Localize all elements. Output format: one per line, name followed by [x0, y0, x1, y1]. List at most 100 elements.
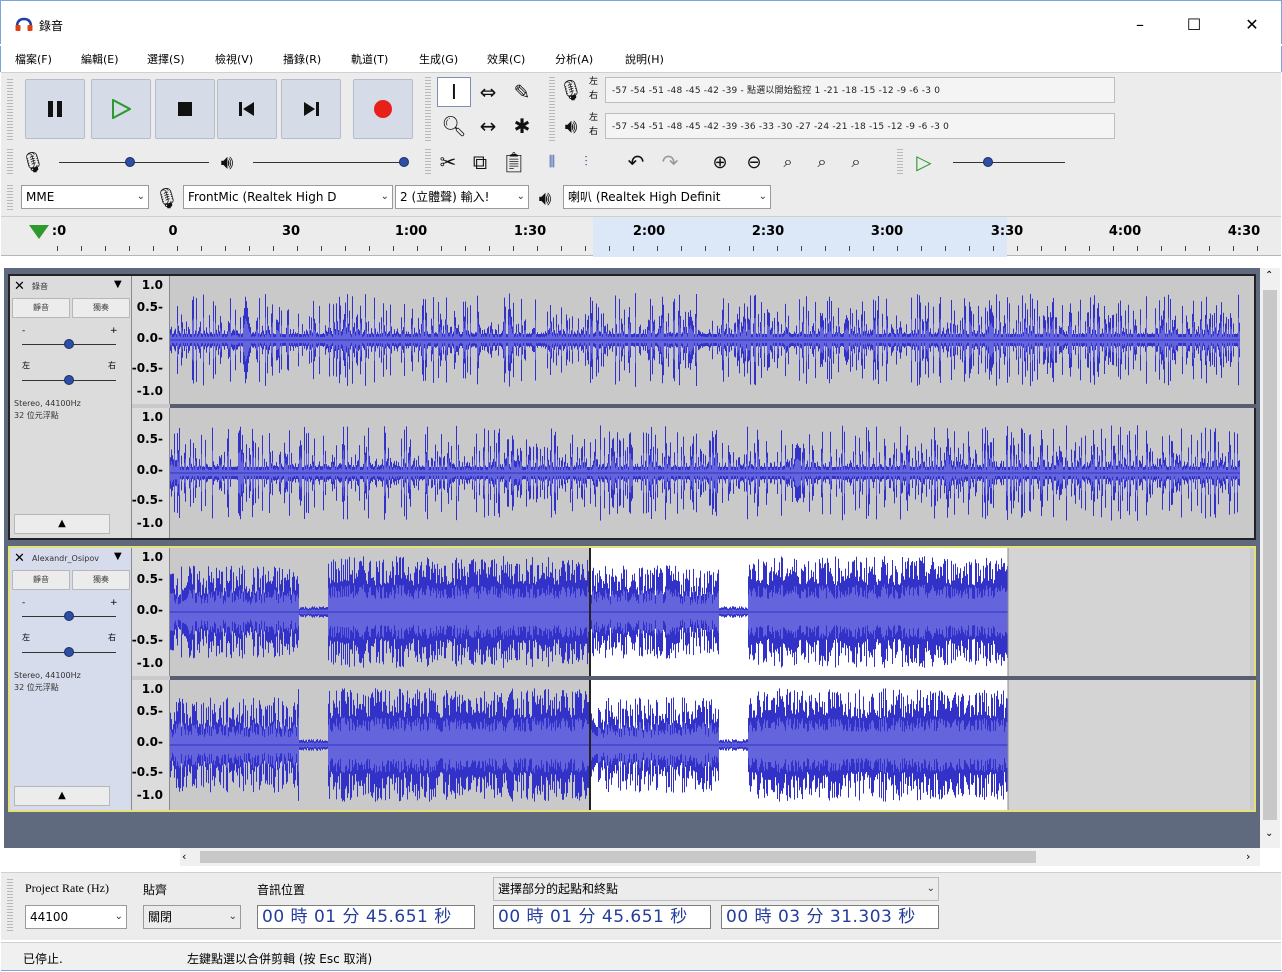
selection-end-field[interactable]: 00 時 03 分 31.303 秒 [721, 905, 939, 929]
timeline-ruler[interactable]: :0 0 30 1:00 1:30 2:00 2:30 3:00 3:30 4:… [1, 216, 1281, 257]
menu-view[interactable]: 檢視(V) [215, 51, 253, 67]
minimize-button[interactable]: – [1117, 9, 1163, 41]
gain-knob[interactable] [64, 339, 74, 349]
zoom-toggle-icon[interactable]: ⌕ [841, 147, 871, 177]
record-meter-mic-icon[interactable]: 🎙︎ [557, 75, 585, 105]
menu-select[interactable]: 選擇(S) [147, 51, 185, 67]
maximize-button[interactable]: ☐ [1171, 9, 1217, 41]
close-icon[interactable]: ✕ [14, 551, 25, 566]
copy-icon[interactable]: ⧉ [465, 147, 495, 177]
triangle-down-icon[interactable]: ▼ [114, 551, 122, 562]
selection-tool-icon[interactable]: I [437, 77, 471, 107]
menu-file[interactable]: 檔案(F) [15, 51, 52, 67]
paste-icon[interactable]: 📋︎ [499, 147, 529, 177]
tools-grip[interactable] [425, 77, 431, 143]
track-name[interactable]: Alexandr_Osipov [32, 551, 112, 567]
vertical-ruler[interactable]: 1.0 0.5- 0.0- -0.5- -1.0 [132, 276, 170, 404]
play-meter[interactable]: -57 -54 -51 -48 -45 -42 -39 -36 -33 -30 … [605, 113, 1115, 139]
track-recording[interactable]: ✕ 錄音 ▼ 靜音 獨奏 - + 左 右 Stereo, 44100Hz 32 … [8, 274, 1256, 540]
solo-button[interactable]: 獨奏 [72, 298, 130, 318]
selection-mode-select[interactable]: 選擇部分的起點和終點 ⌄ [493, 877, 939, 901]
selection-grip[interactable] [7, 879, 13, 933]
waveform-channel[interactable] [170, 408, 1240, 538]
fit-selection-icon[interactable]: ⌕ [773, 147, 803, 177]
vertical-ruler[interactable]: 1.0 0.5- 0.0- -0.5- -1.0 [132, 680, 170, 810]
zoom-out-icon[interactable]: ⊖ [739, 147, 769, 177]
record-button[interactable] [353, 79, 413, 139]
mic-select[interactable]: FrontMic (Realtek High D ⌄ [183, 185, 393, 209]
draw-tool-icon[interactable]: ✎ [505, 77, 539, 107]
collapse-button[interactable]: ▲ [14, 514, 110, 534]
track-name[interactable]: 錄音 [32, 279, 112, 295]
vertical-scroll-thumb[interactable] [1263, 290, 1277, 820]
multi-tool-icon[interactable]: ✱ [505, 111, 539, 141]
channels-select[interactable]: 2 (立體聲) 輸入! ⌄ [395, 185, 529, 209]
scroll-up-icon[interactable]: ⌃ [1265, 270, 1273, 281]
zoom-tool-icon[interactable]: 🔍︎ [437, 111, 471, 141]
horizontal-scrollbar[interactable]: ‹ › [180, 848, 1260, 866]
mute-button[interactable]: 靜音 [12, 570, 70, 590]
play-volume-knob[interactable] [399, 157, 409, 167]
speaker-select[interactable]: 喇叭 (Realtek High Definit ⌄ [563, 185, 771, 209]
selection-start-field[interactable]: 00 時 01 分 45.651 秒 [493, 905, 711, 929]
pan-knob[interactable] [64, 375, 74, 385]
menu-transport[interactable]: 播錄(R) [283, 51, 321, 67]
menu-effect[interactable]: 效果(C) [487, 51, 525, 67]
cut-icon[interactable]: ✂ [433, 147, 463, 177]
mixer-grip[interactable] [7, 149, 13, 175]
edit-grip[interactable] [425, 149, 431, 175]
record-meter[interactable]: -57 -54 -51 -48 -45 -42 -39 - 點選以開始監控 1 … [605, 77, 1115, 103]
play-volume-track[interactable] [253, 162, 405, 163]
toolbar-grip[interactable] [7, 79, 13, 141]
snap-select[interactable]: 關閉 ⌄ [143, 905, 241, 929]
project-rate-select[interactable]: 44100 ⌄ [25, 905, 127, 929]
waveform-channel[interactable] [170, 276, 1240, 404]
undo-icon[interactable]: ↶ [621, 147, 651, 177]
track-alexandr-osipov[interactable]: ✕ Alexandr_Osipov ▼ 靜音 獨奏 - + 左 右 Stereo… [8, 546, 1256, 812]
meter-grip[interactable] [549, 77, 555, 143]
vertical-ruler[interactable]: 1.0 0.5- 0.0- -0.5- -1.0 [132, 408, 170, 538]
track-control-panel[interactable]: ✕ 錄音 ▼ 靜音 獨奏 - + 左 右 Stereo, 44100Hz 32 … [10, 276, 132, 538]
audio-position-field[interactable]: 00 時 01 分 45.651 秒 [257, 905, 475, 929]
close-button[interactable]: ✕ [1229, 9, 1275, 41]
playat-grip[interactable] [897, 149, 903, 175]
triangle-down-icon[interactable]: ▼ [114, 279, 122, 290]
skip-start-button[interactable] [217, 79, 277, 139]
menu-tracks[interactable]: 軌道(T) [351, 51, 388, 67]
pause-button[interactable] [25, 79, 85, 139]
speed-knob[interactable] [983, 157, 993, 167]
menu-edit[interactable]: 編輯(E) [81, 51, 119, 67]
play-button[interactable] [91, 79, 151, 139]
scroll-left-icon[interactable]: ‹ [182, 850, 186, 863]
device-grip[interactable] [7, 185, 13, 211]
scroll-right-icon[interactable]: › [1246, 850, 1250, 863]
vertical-scrollbar[interactable]: ⌃ ⌄ [1260, 268, 1280, 848]
trim-icon[interactable]: ⫼ [537, 147, 567, 177]
play-head-icon[interactable] [29, 225, 49, 239]
record-volume-knob[interactable] [125, 157, 135, 167]
fit-project-icon[interactable]: ⌕ [807, 147, 837, 177]
horizontal-scroll-thumb[interactable] [200, 851, 1036, 863]
envelope-tool-icon[interactable]: ⇔ [471, 77, 505, 107]
speed-track[interactable] [953, 162, 1065, 163]
host-select[interactable]: MME ⌄ [21, 185, 149, 209]
gain-knob[interactable] [64, 611, 74, 621]
solo-button[interactable]: 獨奏 [72, 570, 130, 590]
close-icon[interactable]: ✕ [14, 279, 25, 294]
collapse-button[interactable]: ▲ [14, 786, 110, 806]
timeshift-tool-icon[interactable]: ↔ [471, 111, 505, 141]
pan-knob[interactable] [64, 647, 74, 657]
mute-button[interactable]: 靜音 [12, 298, 70, 318]
silence-icon[interactable]: ⫶ [571, 147, 601, 177]
waveform-channel[interactable] [170, 680, 1250, 810]
zoom-in-icon[interactable]: ⊕ [705, 147, 735, 177]
vertical-ruler[interactable]: 1.0 0.5- 0.0- -0.5- -1.0 [132, 548, 170, 676]
menu-generate[interactable]: 生成(G) [419, 51, 458, 67]
menu-analyze[interactable]: 分析(A) [555, 51, 593, 67]
stop-button[interactable] [155, 79, 215, 139]
play-meter-speaker-icon[interactable]: 🔊︎ [557, 111, 585, 141]
skip-end-button[interactable] [281, 79, 341, 139]
play-at-speed-icon[interactable]: ▷ [909, 147, 939, 177]
track-area[interactable]: ✕ 錄音 ▼ 靜音 獨奏 - + 左 右 Stereo, 44100Hz 32 … [4, 268, 1260, 848]
track-control-panel[interactable]: ✕ Alexandr_Osipov ▼ 靜音 獨奏 - + 左 右 Stereo… [10, 548, 132, 810]
